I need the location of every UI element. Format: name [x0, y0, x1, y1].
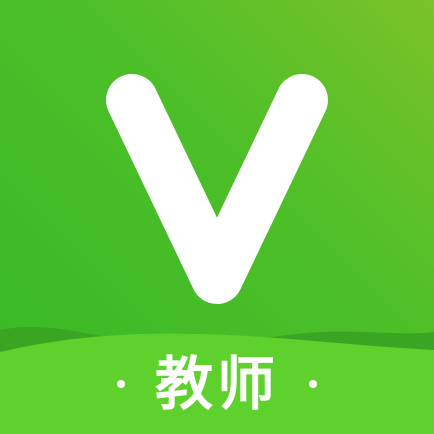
caption-row: 教师: [0, 344, 434, 424]
caption-label: 教师: [154, 350, 279, 418]
app-icon[interactable]: 教师: [0, 0, 434, 434]
right-dot-icon: [309, 380, 317, 388]
left-dot-icon: [116, 380, 125, 388]
